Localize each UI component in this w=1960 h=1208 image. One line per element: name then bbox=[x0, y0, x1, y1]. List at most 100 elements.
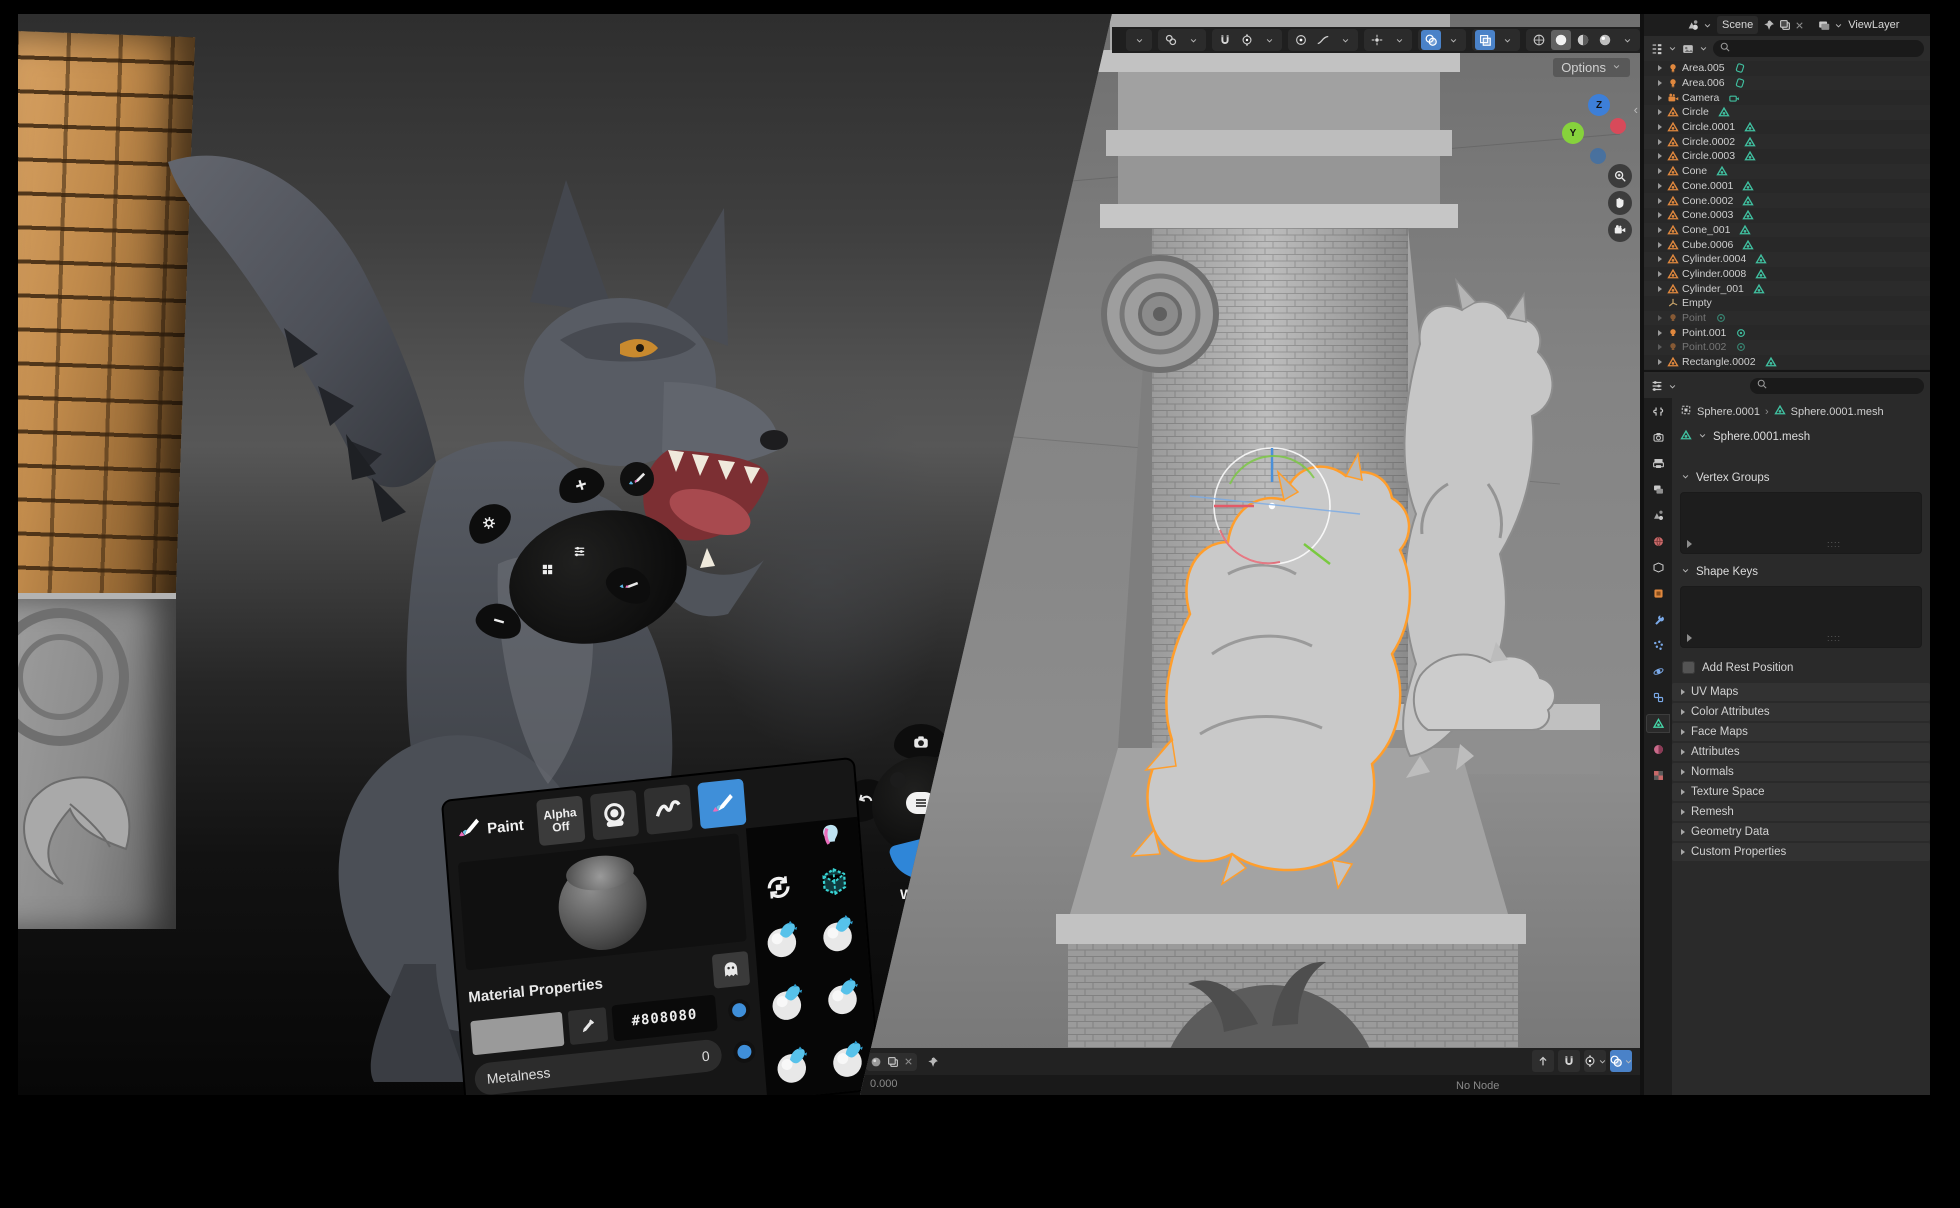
properties-tab-viewlayer[interactable] bbox=[1646, 480, 1670, 499]
outliner-item-cylinder.0004[interactable]: Cylinder.0004 bbox=[1644, 252, 1930, 267]
webcam-icon[interactable] bbox=[590, 790, 639, 841]
mesh-data-icon[interactable] bbox=[1744, 121, 1756, 133]
xray-button[interactable] bbox=[1475, 30, 1495, 50]
outliner-item-label[interactable]: Empty bbox=[1682, 297, 1712, 309]
disclosure-triangle-icon[interactable] bbox=[1658, 256, 1662, 262]
paint-drip-button[interactable] bbox=[817, 820, 845, 854]
panel-texture-space[interactable]: Texture Space bbox=[1672, 783, 1930, 801]
mesh-data-icon[interactable] bbox=[1742, 239, 1754, 251]
outliner-item-cone.0001[interactable]: Cone.0001 bbox=[1644, 179, 1930, 194]
outliner-search-input[interactable] bbox=[1713, 40, 1924, 57]
disclosure-triangle-icon[interactable] bbox=[1658, 271, 1662, 277]
mesh-data-icon[interactable] bbox=[1742, 209, 1754, 221]
disclosure-triangle-icon[interactable] bbox=[1658, 183, 1662, 189]
outliner-item-rectangle.0002[interactable]: Rectangle.0002 bbox=[1644, 355, 1930, 370]
outliner-item-camera[interactable]: Camera bbox=[1644, 90, 1930, 105]
shading-wireframe-button[interactable] bbox=[1529, 30, 1549, 50]
panel-collapse-arrow[interactable]: ‹ bbox=[1634, 102, 1638, 117]
chevron-down-icon[interactable] bbox=[1698, 43, 1709, 54]
mesh-data-icon[interactable] bbox=[1744, 136, 1756, 148]
chevron-down-button[interactable] bbox=[1617, 30, 1637, 50]
add-rest-position-checkbox[interactable] bbox=[1682, 661, 1695, 674]
copy-icon[interactable] bbox=[1778, 18, 1792, 32]
color-swatch[interactable] bbox=[470, 1012, 564, 1056]
list-disclosure-icon[interactable] bbox=[1687, 540, 1692, 548]
camera-data-icon[interactable] bbox=[1728, 92, 1740, 104]
eyedropper-button[interactable] bbox=[568, 1007, 608, 1045]
zoom-in-button[interactable] bbox=[1608, 164, 1632, 188]
scene-selector[interactable]: Scene bbox=[1717, 16, 1758, 34]
color-link-toggle[interactable] bbox=[727, 998, 751, 1022]
properties-tab-world[interactable] bbox=[1646, 532, 1670, 551]
draw-brush-button[interactable] bbox=[759, 914, 807, 967]
disclosure-triangle-icon[interactable] bbox=[1658, 198, 1662, 204]
outliner-item-circle.0001[interactable]: Circle.0001 bbox=[1644, 120, 1930, 135]
outliner-item-label[interactable]: Circle bbox=[1682, 106, 1709, 118]
disclosure-triangle-icon[interactable] bbox=[1658, 109, 1662, 115]
inflate-brush-button[interactable] bbox=[764, 977, 812, 1030]
outliner-item-label[interactable]: Cone.0001 bbox=[1682, 180, 1733, 192]
paintbrush-icon[interactable] bbox=[697, 779, 746, 830]
properties-tab-texture[interactable] bbox=[1646, 766, 1670, 785]
proportional-button[interactable] bbox=[1291, 30, 1311, 50]
panel-custom-properties[interactable]: Custom Properties bbox=[1672, 843, 1930, 861]
properties-tab-collection[interactable] bbox=[1646, 558, 1670, 577]
magnet-button[interactable] bbox=[1215, 30, 1235, 50]
outliner-item-label[interactable]: Cone.0003 bbox=[1682, 209, 1733, 221]
properties-tab-scene[interactable] bbox=[1646, 506, 1670, 525]
outliner-item-label[interactable]: Cylinder.0004 bbox=[1682, 253, 1746, 265]
axis-z-handle[interactable]: Z bbox=[1588, 94, 1610, 116]
chevron-down-button[interactable] bbox=[1497, 30, 1517, 50]
outliner-item-label[interactable]: Circle.0001 bbox=[1682, 121, 1735, 133]
flatten-brush-button[interactable] bbox=[769, 1040, 817, 1093]
properties-tab-constraints[interactable] bbox=[1646, 688, 1670, 707]
pan-hand-button[interactable] bbox=[1608, 191, 1632, 215]
disclosure-triangle-icon[interactable] bbox=[1658, 315, 1662, 321]
outliner-item-circle.0003[interactable]: Circle.0003 bbox=[1644, 149, 1930, 164]
outliner-item-circle.0002[interactable]: Circle.0002 bbox=[1644, 134, 1930, 149]
properties-tab-particles[interactable] bbox=[1646, 636, 1670, 655]
outliner-item-circle[interactable]: Circle bbox=[1644, 105, 1930, 120]
panel-color-attributes[interactable]: Color Attributes bbox=[1672, 703, 1930, 721]
radial-brush-option-button[interactable] bbox=[620, 462, 654, 496]
overlay-button[interactable] bbox=[1610, 1050, 1632, 1072]
shape-keys-list[interactable]: :::: bbox=[1680, 586, 1922, 648]
chevron-down-button[interactable] bbox=[1183, 30, 1203, 50]
gizmo-button[interactable] bbox=[1367, 30, 1387, 50]
mesh-data-icon[interactable] bbox=[1718, 106, 1730, 118]
outliner-item-label[interactable]: Rectangle.0002 bbox=[1682, 356, 1756, 368]
list-disclosure-icon[interactable] bbox=[1687, 634, 1692, 642]
hex-color-field[interactable]: #808080 bbox=[611, 995, 717, 1042]
outliner-item-point[interactable]: Point bbox=[1644, 311, 1930, 326]
panel-normals[interactable]: Normals bbox=[1672, 763, 1930, 781]
radial-gear-button[interactable] bbox=[460, 495, 517, 551]
outliner-item-point.001[interactable]: Point.001 bbox=[1644, 325, 1930, 340]
mesh-name-field[interactable]: Sphere.0001.mesh bbox=[1672, 423, 1930, 450]
outliner-item-label[interactable]: Cylinder.0008 bbox=[1682, 268, 1746, 280]
chevron-down-button[interactable] bbox=[1389, 30, 1409, 50]
close-icon[interactable] bbox=[903, 1056, 914, 1067]
panel-uv-maps[interactable]: UV Maps bbox=[1672, 683, 1930, 701]
list-grip-icon[interactable]: :::: bbox=[1827, 633, 1841, 643]
disclosure-triangle-icon[interactable] bbox=[1658, 227, 1662, 233]
properties-tab-render[interactable] bbox=[1646, 428, 1670, 447]
light-data-icon[interactable] bbox=[1734, 62, 1746, 74]
blob-brush-button[interactable] bbox=[820, 971, 868, 1024]
chevron-down-button[interactable] bbox=[1259, 30, 1279, 50]
chevron-down-icon[interactable] bbox=[1667, 43, 1678, 54]
breadcrumb-mesh[interactable]: Sphere.0001.mesh bbox=[1791, 406, 1884, 418]
material-datablock-selector[interactable] bbox=[866, 1053, 917, 1071]
properties-tab-material[interactable] bbox=[1646, 740, 1670, 759]
outliner-item-cone.0003[interactable]: Cone.0003 bbox=[1644, 208, 1930, 223]
vertex-groups-list[interactable]: :::: bbox=[1680, 492, 1922, 554]
axis-x-handle[interactable] bbox=[1610, 118, 1626, 134]
mesh-data-icon[interactable] bbox=[1744, 150, 1756, 162]
outliner-item-label[interactable]: Cone bbox=[1682, 165, 1707, 177]
outliner-item-label[interactable]: Area.005 bbox=[1682, 62, 1725, 74]
outliner-item-label[interactable]: Point.002 bbox=[1682, 341, 1726, 353]
mesh-data-icon[interactable] bbox=[1755, 253, 1767, 265]
axis-negative-handle[interactable] bbox=[1590, 148, 1606, 164]
outliner-item-point.002[interactable]: Point.002 bbox=[1644, 340, 1930, 355]
disclosure-triangle-icon[interactable] bbox=[1658, 80, 1662, 86]
outliner-item-cone_001[interactable]: Cone_001 bbox=[1644, 223, 1930, 238]
